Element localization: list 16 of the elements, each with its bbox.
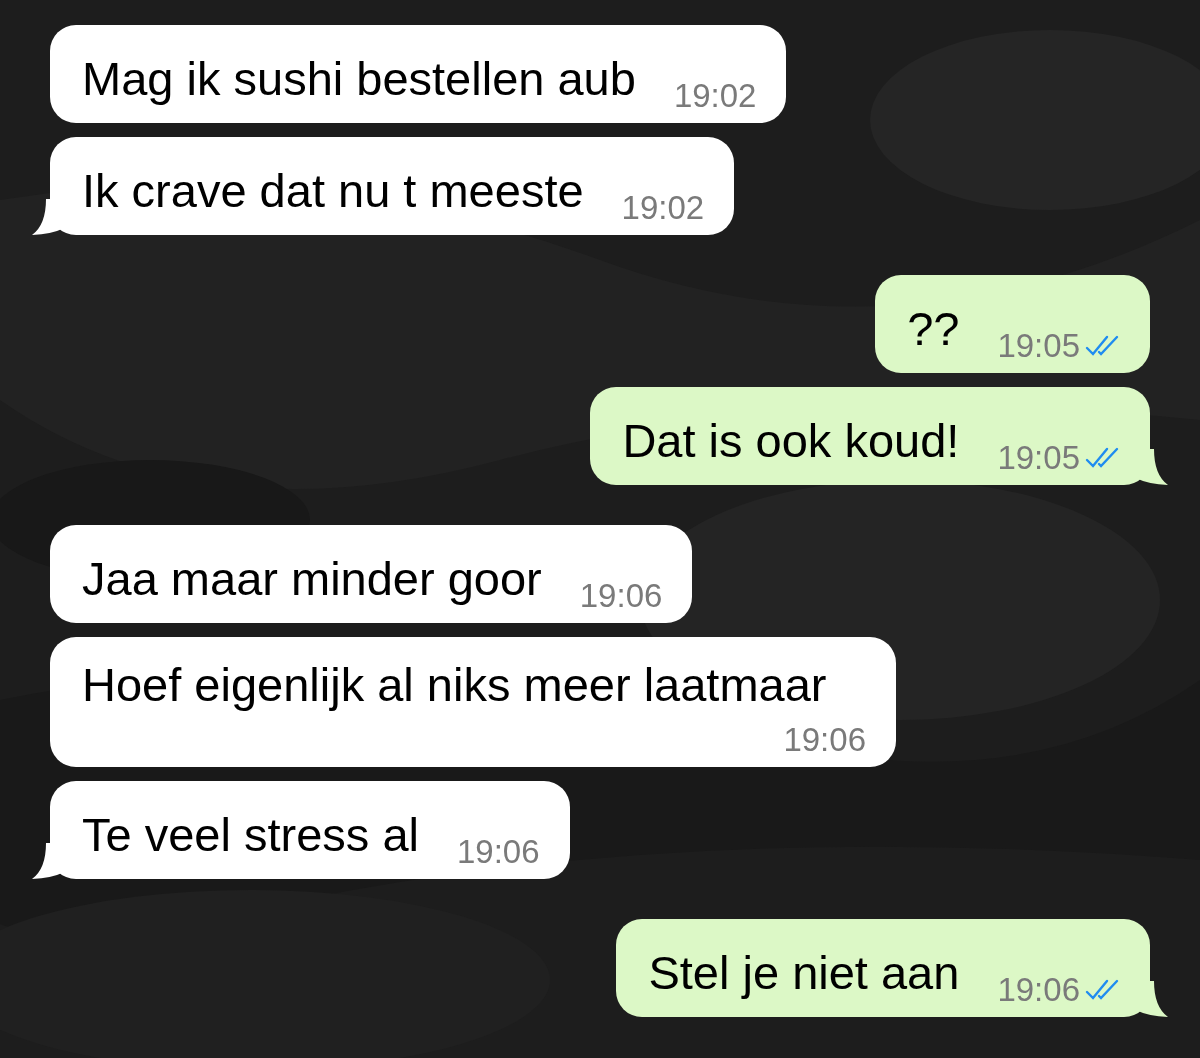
message-text: Ik crave dat nu t meeste [82, 163, 584, 219]
message-time: 19:06 [783, 721, 866, 759]
message-time: 19:05 [997, 327, 1080, 365]
message-text: Hoef eigenlijk al niks meer laatmaar [82, 657, 827, 713]
message-time: 19:02 [621, 189, 705, 227]
message-text: Jaa maar minder goor [82, 551, 542, 607]
message-text: Mag ik sushi bestellen aub [82, 51, 636, 107]
message-text: Stel je niet aan [648, 945, 960, 1001]
message-time: 19:06 [997, 971, 1080, 1009]
message-time: 19:05 [997, 439, 1080, 477]
message-text: Dat is ook koud! [622, 413, 960, 469]
message-time: 19:06 [579, 577, 663, 615]
message-text: ?? [907, 301, 960, 357]
message-text: Te veel stress al [82, 807, 419, 863]
message-time: 19:02 [673, 77, 757, 115]
message-time: 19:06 [456, 833, 540, 871]
